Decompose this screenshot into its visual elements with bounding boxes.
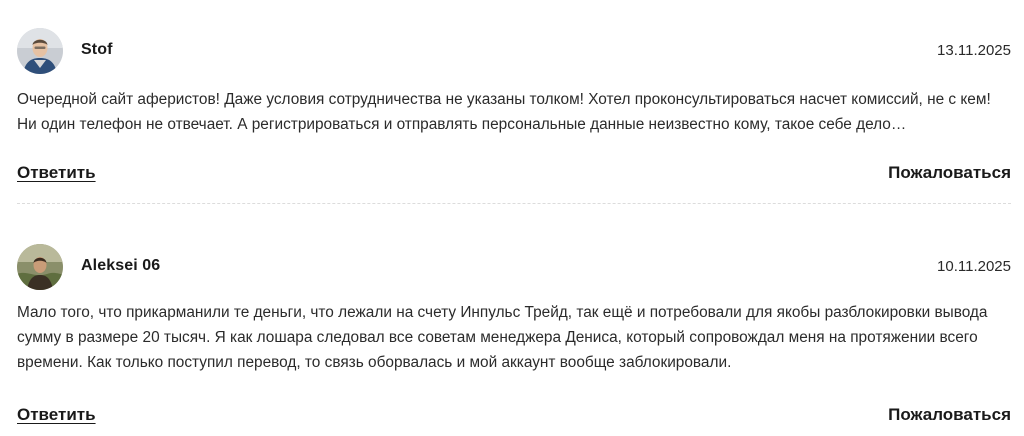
reply-link[interactable]: Ответить [17, 163, 96, 183]
report-link[interactable]: Пожаловаться [888, 163, 1011, 183]
comment-text: Очередной сайт аферистов! Даже условия с… [17, 91, 991, 133]
comment-author: Aleksei 06 [81, 257, 161, 274]
comment-author: Stof [81, 41, 113, 58]
user-avatar-icon [17, 244, 63, 290]
comment-item: Aleksei 06 10.11.2025 Мало того, что при… [17, 244, 1011, 424]
reply-link[interactable]: Ответить [17, 405, 96, 425]
comment-date: 10.11.2025 [937, 258, 1011, 275]
comment-divider [17, 203, 1011, 204]
avatar [17, 28, 63, 74]
user-avatar-icon [17, 28, 63, 74]
comment-header: Aleksei 06 10.11.2025 [17, 244, 1011, 292]
comment-item: Stof 13.11.2025 Очередной сайт аферистов… [17, 28, 1011, 182]
comment-header: Stof 13.11.2025 [17, 28, 1011, 76]
comment-actions: Ответить Пожаловаться [17, 163, 1011, 187]
report-link[interactable]: Пожаловаться [888, 405, 1011, 425]
comment-text: Мало того, что прикарманили те деньги, ч… [17, 304, 988, 371]
avatar [17, 244, 63, 290]
comment-date: 13.11.2025 [937, 42, 1011, 59]
comment-actions: Ответить Пожаловаться [17, 405, 1011, 429]
